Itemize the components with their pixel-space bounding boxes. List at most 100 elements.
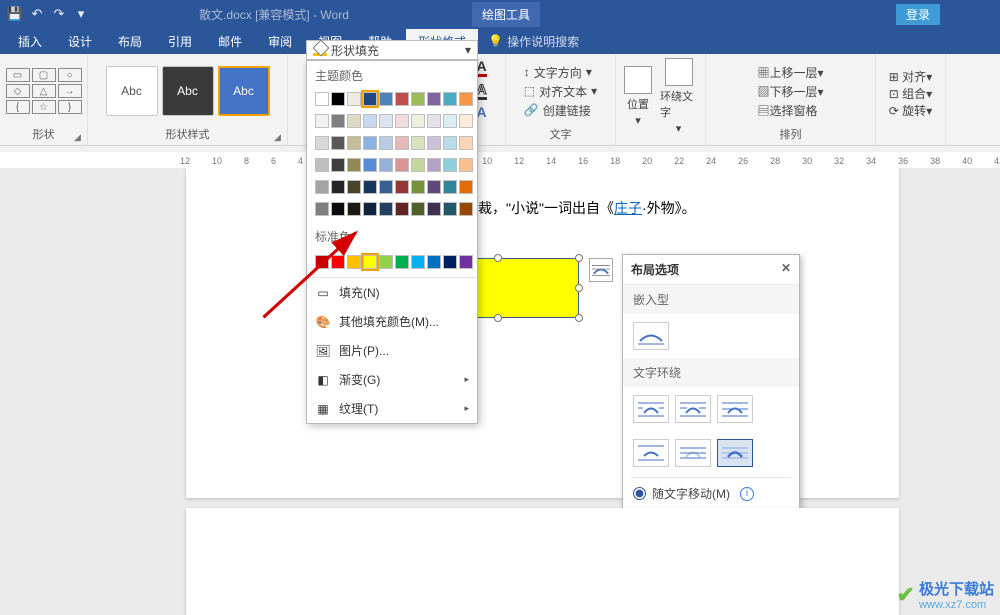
- theme-tint-swatch[interactable]: [363, 136, 377, 150]
- theme-tint-swatch[interactable]: [427, 136, 441, 150]
- theme-tint-swatch[interactable]: [427, 202, 441, 216]
- position-button[interactable]: 位置▾: [624, 66, 652, 127]
- theme-tint-swatch[interactable]: [347, 136, 361, 150]
- theme-color-swatch[interactable]: [427, 92, 441, 106]
- gradient-fill-item[interactable]: ◧渐变(G)▸: [307, 365, 477, 394]
- theme-tint-swatch[interactable]: [331, 180, 345, 194]
- theme-color-swatch[interactable]: [411, 92, 425, 106]
- theme-color-swatch[interactable]: [379, 92, 393, 106]
- move-with-text-radio[interactable]: 随文字移动(M)i: [623, 480, 799, 507]
- no-fill-item[interactable]: ▭填充(N): [307, 278, 477, 307]
- layout-options-button[interactable]: [589, 258, 613, 282]
- theme-tint-swatch[interactable]: [411, 158, 425, 172]
- theme-color-swatch[interactable]: [459, 92, 473, 106]
- theme-tint-swatch[interactable]: [363, 202, 377, 216]
- texture-fill-item[interactable]: ▦纹理(T)▸: [307, 394, 477, 423]
- save-icon[interactable]: 💾: [6, 5, 24, 23]
- theme-tint-swatch[interactable]: [427, 114, 441, 128]
- theme-tint-swatch[interactable]: [411, 202, 425, 216]
- theme-tint-swatch[interactable]: [459, 114, 473, 128]
- hyperlink-zhuangzi[interactable]: 庄子: [614, 200, 642, 216]
- page-2[interactable]: [186, 508, 899, 615]
- tab-mail[interactable]: 邮件: [206, 29, 254, 54]
- theme-tint-swatch[interactable]: [315, 114, 329, 128]
- theme-tint-swatch[interactable]: [459, 202, 473, 216]
- theme-tint-swatch[interactable]: [459, 180, 473, 194]
- theme-tint-swatch[interactable]: [315, 202, 329, 216]
- theme-color-swatch[interactable]: [331, 92, 345, 106]
- layout-square-option[interactable]: [633, 395, 669, 423]
- picture-fill-item[interactable]: 🖼图片(P)...: [307, 336, 477, 365]
- theme-tint-swatch[interactable]: [427, 180, 441, 194]
- qat-more-icon[interactable]: ▾: [72, 5, 90, 23]
- theme-tint-swatch[interactable]: [347, 180, 361, 194]
- theme-tint-swatch[interactable]: [427, 158, 441, 172]
- theme-tint-swatch[interactable]: [443, 158, 457, 172]
- theme-tint-swatch[interactable]: [395, 180, 409, 194]
- theme-tint-swatch[interactable]: [443, 114, 457, 128]
- theme-color-swatch[interactable]: [363, 92, 377, 106]
- theme-color-swatch[interactable]: [443, 92, 457, 106]
- layout-front-option[interactable]: [717, 439, 753, 467]
- layout-topbottom-option[interactable]: [633, 439, 669, 467]
- send-backward-button[interactable]: ▨下移一层▾: [757, 83, 823, 100]
- theme-tint-swatch[interactable]: [363, 114, 377, 128]
- standard-color-swatch[interactable]: [443, 255, 457, 269]
- theme-tint-swatch[interactable]: [315, 136, 329, 150]
- undo-icon[interactable]: ↶: [28, 5, 46, 23]
- theme-tint-swatch[interactable]: [315, 180, 329, 194]
- theme-tint-swatch[interactable]: [347, 114, 361, 128]
- dialog-launcher-icon[interactable]: ◢: [74, 132, 84, 142]
- tab-references[interactable]: 引用: [156, 29, 204, 54]
- theme-tint-swatch[interactable]: [363, 180, 377, 194]
- redo-icon[interactable]: ↷: [50, 5, 68, 23]
- login-button[interactable]: 登录: [896, 4, 940, 25]
- style-thumb-1[interactable]: Abc: [106, 66, 158, 116]
- theme-tint-swatch[interactable]: [395, 114, 409, 128]
- group-objects-button[interactable]: ⊡ 组合▾: [889, 85, 932, 102]
- create-link-button[interactable]: 🔗创建链接: [524, 102, 597, 119]
- standard-color-swatch[interactable]: [459, 255, 473, 269]
- theme-tint-swatch[interactable]: [411, 114, 425, 128]
- theme-tint-swatch[interactable]: [379, 114, 393, 128]
- close-icon[interactable]: ✕: [781, 261, 791, 278]
- bring-forward-button[interactable]: ▦上移一层▾: [757, 64, 823, 81]
- style-thumb-2[interactable]: Abc: [162, 66, 214, 116]
- rotate-button[interactable]: ⟳ 旋转▾: [889, 102, 932, 119]
- tab-layout[interactable]: 布局: [106, 29, 154, 54]
- dialog-launcher-icon[interactable]: ◢: [274, 132, 284, 142]
- standard-color-swatch[interactable]: [363, 255, 377, 269]
- theme-tint-swatch[interactable]: [459, 136, 473, 150]
- standard-color-swatch[interactable]: [411, 255, 425, 269]
- layout-through-option[interactable]: [717, 395, 753, 423]
- layout-behind-option[interactable]: [675, 439, 711, 467]
- page-1[interactable]: 文学体裁，"小说"一词出自《庄子·外物》。 布局选项 ✕ 嵌入型 文字环: [186, 168, 899, 498]
- theme-tint-swatch[interactable]: [379, 202, 393, 216]
- standard-color-swatch[interactable]: [347, 255, 361, 269]
- layout-tight-option[interactable]: [675, 395, 711, 423]
- tab-insert[interactable]: 插入: [6, 29, 54, 54]
- theme-tint-swatch[interactable]: [347, 158, 361, 172]
- theme-tint-swatch[interactable]: [363, 158, 377, 172]
- standard-color-swatch[interactable]: [427, 255, 441, 269]
- theme-tint-swatch[interactable]: [411, 180, 425, 194]
- standard-color-swatch[interactable]: [379, 255, 393, 269]
- more-fill-colors-item[interactable]: 🎨其他填充颜色(M)...: [307, 307, 477, 336]
- wrap-text-button[interactable]: 环绕文字▾: [660, 58, 697, 135]
- theme-tint-swatch[interactable]: [459, 158, 473, 172]
- theme-color-swatch[interactable]: [315, 92, 329, 106]
- standard-color-swatch[interactable]: [331, 255, 345, 269]
- text-direction-button[interactable]: ↕文字方向▾: [524, 64, 597, 81]
- theme-tint-swatch[interactable]: [443, 180, 457, 194]
- theme-tint-swatch[interactable]: [331, 158, 345, 172]
- standard-color-swatch[interactable]: [315, 255, 329, 269]
- style-thumb-3[interactable]: Abc: [218, 66, 270, 116]
- theme-tint-swatch[interactable]: [411, 136, 425, 150]
- theme-tint-swatch[interactable]: [379, 136, 393, 150]
- theme-tint-swatch[interactable]: [395, 202, 409, 216]
- theme-tint-swatch[interactable]: [395, 158, 409, 172]
- theme-tint-swatch[interactable]: [331, 114, 345, 128]
- theme-tint-swatch[interactable]: [379, 180, 393, 194]
- tell-me-search[interactable]: 💡 操作说明搜索: [488, 33, 579, 50]
- theme-tint-swatch[interactable]: [443, 202, 457, 216]
